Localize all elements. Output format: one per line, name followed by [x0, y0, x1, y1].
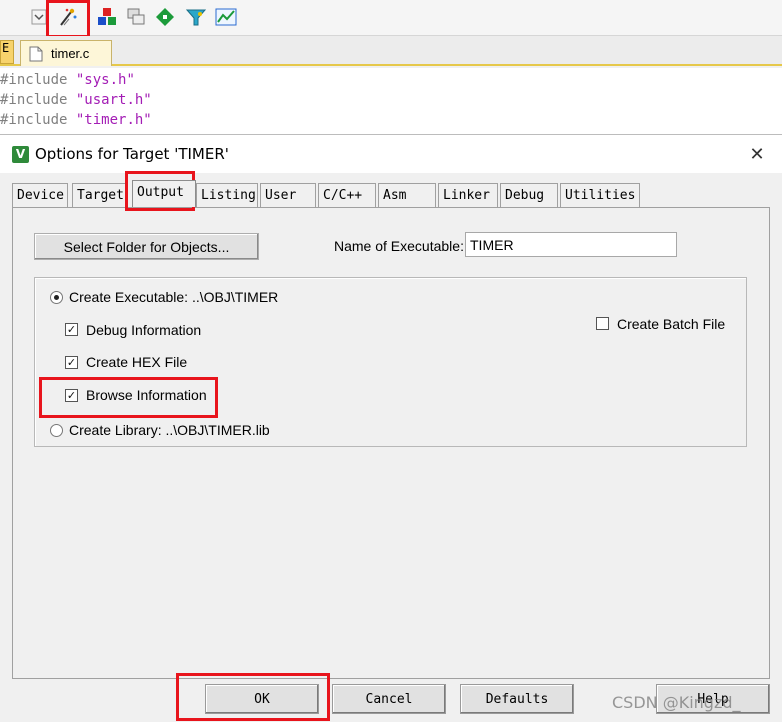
ide-toolbar — [0, 0, 782, 36]
create-exe-label: Create Executable: ..\OBJ\TIMER — [69, 289, 279, 305]
code-line: #include "sys.h" — [0, 72, 135, 88]
copy-icon[interactable] — [125, 6, 147, 28]
create-exe-radio[interactable] — [50, 291, 63, 304]
editor-tab-label: timer.c — [51, 46, 90, 61]
tab-cc[interactable]: C/C++ — [318, 183, 376, 207]
create-hex-checkbox[interactable]: ✓ — [65, 356, 78, 369]
keil-app-icon: V — [12, 145, 29, 163]
dialog-title: Options for Target 'TIMER' — [35, 145, 229, 163]
tab-utilities[interactable]: Utilities — [560, 183, 640, 207]
browse-info-label: Browse Information — [86, 387, 207, 403]
tab-user[interactable]: User — [260, 183, 316, 207]
editor-tab-timer[interactable]: timer.c — [20, 40, 112, 66]
tab-target[interactable]: Target — [72, 183, 128, 207]
diamond-icon[interactable] — [154, 6, 176, 28]
file-icon — [29, 46, 43, 61]
code-editor[interactable]: #include "sys.h" #include "usart.h" #inc… — [0, 68, 782, 134]
funnel-icon[interactable] — [185, 6, 207, 28]
tab-asm[interactable]: Asm — [378, 183, 436, 207]
browse-info-checkbox[interactable]: ✓ — [65, 389, 78, 402]
cancel-button[interactable]: Cancel — [332, 684, 446, 714]
create-batch-checkbox[interactable] — [596, 317, 609, 330]
name-exe-input[interactable] — [465, 232, 677, 257]
defaults-button[interactable]: Defaults — [460, 684, 574, 714]
close-icon[interactable]: ✕ — [746, 143, 768, 165]
watermark: CSDN @Kingzd_ — [612, 693, 741, 712]
tab-device[interactable]: Device — [12, 183, 68, 207]
ok-button[interactable]: OK — [205, 684, 319, 714]
code-line: #include "timer.h" — [0, 112, 152, 128]
debug-info-checkbox[interactable]: ✓ — [65, 323, 78, 336]
create-lib-label: Create Library: ..\OBJ\TIMER.lib — [69, 422, 270, 438]
magic-wand-icon[interactable] — [57, 6, 79, 28]
debug-info-label: Debug Information — [86, 322, 202, 338]
tab-debug[interactable]: Debug — [500, 183, 558, 207]
chart-icon[interactable] — [215, 6, 237, 28]
editor-tab-left[interactable]: E — [0, 40, 14, 64]
select-folder-button[interactable]: Select Folder for Objects... — [34, 233, 259, 260]
create-batch-label: Create Batch File — [617, 316, 726, 332]
tab-listing[interactable]: Listing — [196, 183, 258, 207]
create-hex-label: Create HEX File — [86, 354, 188, 370]
target-icon[interactable] — [96, 6, 118, 28]
dialog-titlebar: V Options for Target 'TIMER' — [0, 135, 782, 173]
name-exe-label: Name of Executable: — [334, 238, 464, 254]
code-line: #include "usart.h" — [0, 92, 152, 108]
tab-linker[interactable]: Linker — [438, 183, 498, 207]
editor-tabstrip — [0, 36, 782, 66]
create-lib-radio[interactable] — [50, 424, 63, 437]
tab-output[interactable]: Output — [132, 180, 196, 207]
dropdown-icon[interactable] — [28, 6, 50, 28]
